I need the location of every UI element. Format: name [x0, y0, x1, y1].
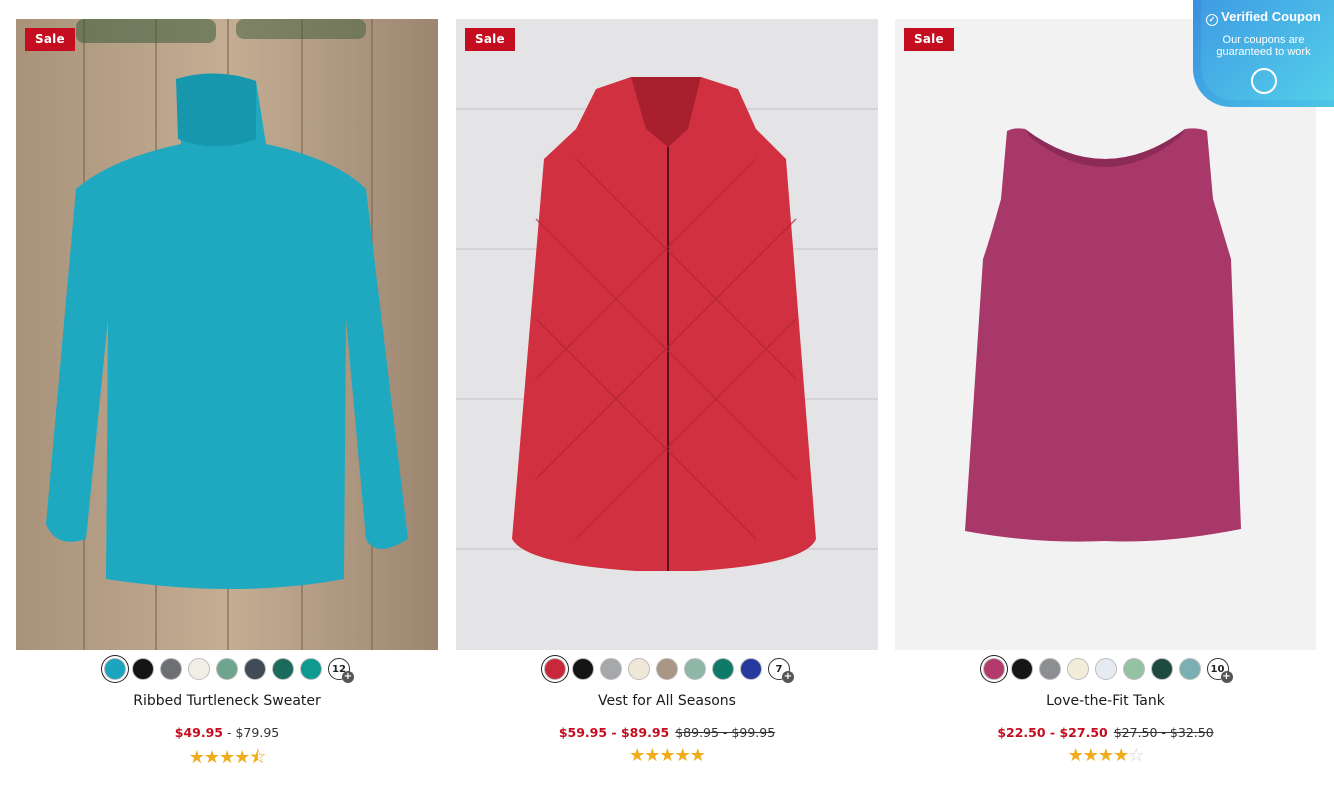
color-swatch[interactable]	[712, 658, 734, 680]
color-swatch[interactable]	[188, 658, 210, 680]
color-swatch[interactable]	[1150, 658, 1173, 680]
product-image[interactable]	[456, 19, 878, 650]
coupon-line-1: Our coupons are	[1222, 34, 1305, 46]
more-colors-button[interactable]: 10 +	[1206, 658, 1233, 683]
chat-logo-icon[interactable]	[1251, 68, 1277, 94]
color-swatch[interactable]	[132, 658, 154, 680]
product-card[interactable]: Sale 7 + Vest for All Seasons $59.95 - $…	[456, 19, 878, 779]
star-icon: ★★★★	[188, 747, 251, 768]
more-colors-button[interactable]: 12 +	[328, 658, 354, 683]
more-colors-count: 7	[775, 663, 783, 675]
original-price: $89.95 - $99.95	[675, 725, 776, 740]
check-circle-icon: ✓	[1206, 14, 1219, 26]
color-swatch[interactable]	[1122, 658, 1145, 680]
product-price: $49.95 - $79.95	[16, 725, 438, 740]
rating-stars[interactable]: ★★★★⯪	[16, 745, 438, 775]
color-swatch[interactable]	[628, 658, 650, 680]
color-swatch[interactable]	[1094, 658, 1117, 680]
product-name[interactable]: Love-the-Fit Tank	[895, 693, 1316, 709]
more-colors-button[interactable]: 7 +	[768, 658, 794, 683]
product-image[interactable]	[16, 19, 438, 650]
color-swatch[interactable]	[656, 658, 678, 680]
color-swatch[interactable]	[982, 658, 1005, 680]
color-swatch[interactable]	[104, 658, 126, 680]
color-swatch[interactable]	[1178, 658, 1201, 680]
sale-price: $49.95	[174, 725, 224, 740]
star-icon: ★★★★★	[629, 745, 706, 766]
color-swatch[interactable]	[216, 658, 238, 680]
sale-badge: Sale	[465, 28, 515, 51]
color-swatches: 12 +	[16, 656, 438, 683]
color-swatch[interactable]	[572, 658, 594, 680]
sale-price: $22.50 - $27.50	[997, 725, 1108, 740]
color-swatches: 10 +	[895, 656, 1316, 683]
color-swatch[interactable]	[300, 658, 322, 680]
coupon-title: ✓ Verified Coupon	[1193, 9, 1334, 26]
color-swatch[interactable]	[1038, 658, 1061, 680]
plus-icon: +	[782, 671, 794, 683]
sale-badge: Sale	[904, 28, 954, 51]
plus-icon: +	[342, 671, 354, 683]
half-star-icon: ⯪	[249, 747, 266, 768]
rating-stars[interactable]: ★★★★★	[456, 745, 878, 766]
product-card[interactable]: Sale 10 + Love-the-Fit Tank $22.50 - $27…	[895, 19, 1316, 779]
product-card[interactable]: Sale 12 + Ribbed Turtleneck Sweater $49.…	[16, 19, 438, 779]
product-grid: Sale 12 + Ribbed Turtleneck Sweater $49.…	[16, 19, 1316, 779]
product-name[interactable]: Vest for All Seasons	[456, 693, 878, 709]
original-price: $27.50 - $32.50	[1113, 725, 1214, 740]
color-swatch[interactable]	[740, 658, 762, 680]
price-separator: -	[223, 725, 236, 740]
color-swatches: 7 +	[456, 656, 878, 683]
color-swatch[interactable]	[1010, 658, 1033, 680]
color-swatch[interactable]	[272, 658, 294, 680]
color-swatch[interactable]	[600, 658, 622, 680]
sale-badge: Sale	[25, 28, 75, 51]
regular-price: $79.95	[235, 725, 280, 740]
product-price: $59.95 - $89.95 $89.95 - $99.95	[456, 725, 878, 740]
color-swatch[interactable]	[544, 658, 566, 680]
rating-stars[interactable]: ★★★★☆	[895, 745, 1316, 766]
verified-coupon-widget[interactable]: ✓ Verified Coupon Our coupons are guarant…	[1193, 0, 1334, 107]
coupon-line-2: guaranteed to work	[1216, 46, 1311, 58]
color-swatch[interactable]	[1066, 658, 1089, 680]
color-swatch[interactable]	[244, 658, 266, 680]
product-price: $22.50 - $27.50 $27.50 - $32.50	[895, 725, 1316, 740]
coupon-title-text: Verified Coupon	[1221, 9, 1321, 24]
product-name[interactable]: Ribbed Turtleneck Sweater	[16, 693, 438, 709]
product-image[interactable]	[895, 19, 1316, 650]
star-icon: ★★★★	[1067, 745, 1130, 766]
coupon-subtitle: Our coupons are guaranteed to work	[1193, 34, 1334, 58]
color-swatch[interactable]	[160, 658, 182, 680]
empty-star-icon: ☆	[1128, 745, 1144, 766]
color-swatch[interactable]	[684, 658, 706, 680]
sale-price: $59.95 - $89.95	[558, 725, 670, 740]
plus-icon: +	[1220, 671, 1233, 683]
